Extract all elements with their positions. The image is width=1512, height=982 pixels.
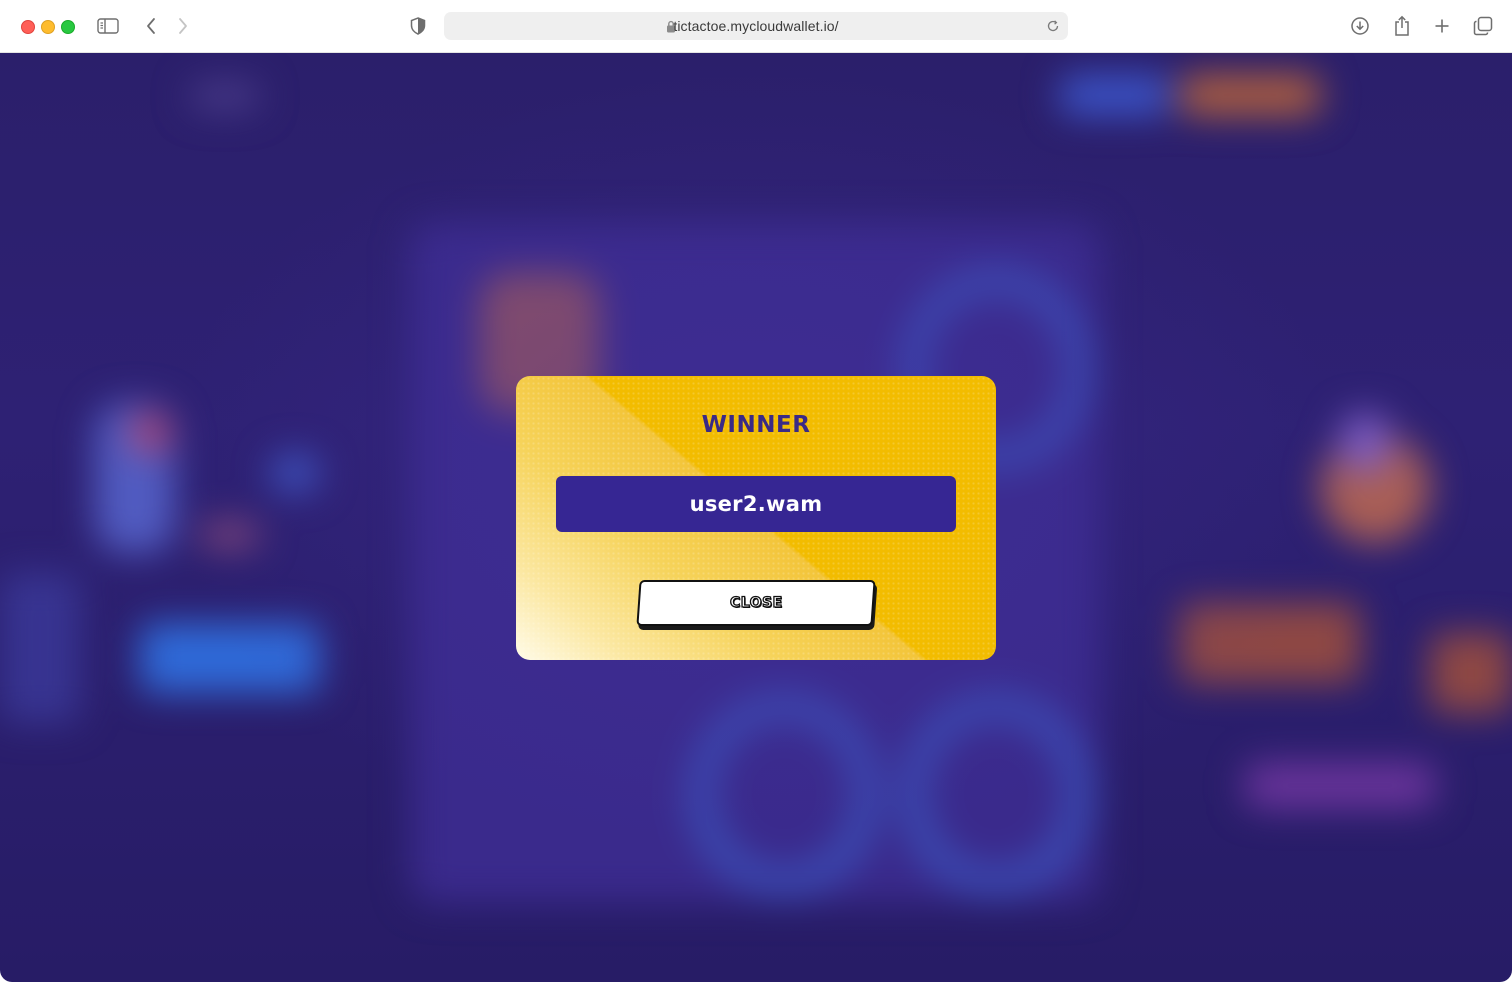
- shield-icon[interactable]: [406, 14, 430, 38]
- winner-name-box: user2.wam: [556, 476, 956, 532]
- url-text: tictactoe.mycloudwallet.io/: [673, 18, 839, 34]
- download-icon[interactable]: [1348, 14, 1372, 38]
- close-button-label: CLOSE: [729, 594, 783, 611]
- back-icon[interactable]: [139, 14, 163, 38]
- reload-icon[interactable]: [1046, 19, 1060, 38]
- winner-name: user2.wam: [689, 492, 823, 516]
- winner-modal: WINNER user2.wam CLOSE: [516, 376, 996, 660]
- page-viewport: WINNER user2.wam CLOSE: [0, 53, 1512, 982]
- tabs-overview-icon[interactable]: [1471, 14, 1495, 38]
- forward-icon[interactable]: [171, 14, 195, 38]
- address-bar[interactable]: tictactoe.mycloudwallet.io/: [444, 12, 1068, 40]
- modal-title: WINNER: [701, 412, 811, 438]
- close-window-button[interactable]: [21, 20, 35, 34]
- new-tab-icon[interactable]: [1430, 14, 1454, 38]
- sidebar-icon[interactable]: [96, 14, 120, 38]
- minimize-window-button[interactable]: [41, 20, 55, 34]
- browser-toolbar: tictactoe.mycloudwallet.io/: [0, 0, 1512, 53]
- share-icon[interactable]: [1390, 14, 1414, 38]
- close-button[interactable]: CLOSE: [636, 580, 876, 626]
- zoom-window-button[interactable]: [61, 20, 75, 34]
